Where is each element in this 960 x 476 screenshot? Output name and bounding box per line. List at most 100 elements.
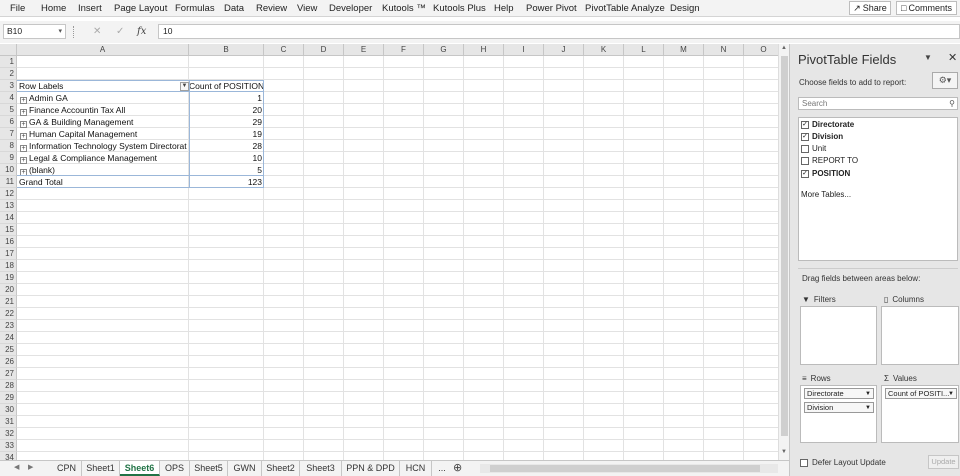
share-button[interactable]: ↗ Share bbox=[849, 1, 891, 15]
more-tables-link[interactable]: More Tables... bbox=[801, 190, 851, 199]
menu-insert[interactable]: Insert bbox=[78, 3, 102, 14]
menu-view[interactable]: View bbox=[297, 3, 317, 14]
expand-icon[interactable]: + bbox=[20, 121, 27, 128]
row-header-33[interactable]: 33 bbox=[0, 440, 17, 452]
gear-icon[interactable]: ⚙▾ bbox=[932, 72, 958, 89]
row-header-31[interactable]: 31 bbox=[0, 416, 17, 428]
pivot-row-label[interactable]: + Admin GA bbox=[17, 92, 189, 104]
pivot-row-label[interactable]: + Finance Accountin Tax All bbox=[17, 104, 189, 116]
menu-page-layout[interactable]: Page Layout bbox=[114, 3, 167, 14]
row-header-11[interactable]: 11 bbox=[0, 176, 17, 188]
row-header-27[interactable]: 27 bbox=[0, 368, 17, 380]
update-button[interactable]: Update bbox=[928, 455, 959, 469]
rows-item-directorate[interactable]: Directorate ▼ bbox=[804, 388, 874, 399]
formula-input[interactable]: 10 bbox=[158, 24, 960, 39]
column-header-b[interactable]: B bbox=[189, 44, 264, 56]
chevron-down-icon[interactable]: ▼ bbox=[865, 390, 871, 398]
menu-data[interactable]: Data bbox=[224, 3, 244, 14]
field-position[interactable]: ✓ POSITION bbox=[801, 168, 850, 180]
pivot-row-label[interactable]: + Legal & Compliance Management bbox=[17, 152, 189, 164]
menu-kutools[interactable]: Kutools ™ bbox=[382, 3, 426, 14]
values-item-count-position[interactable]: Count of POSITI... ▼ bbox=[885, 388, 957, 399]
close-icon[interactable]: ✕ bbox=[948, 51, 957, 64]
expand-icon[interactable]: + bbox=[20, 145, 27, 152]
row-header-22[interactable]: 22 bbox=[0, 308, 17, 320]
column-header-d[interactable]: D bbox=[304, 44, 344, 56]
menu-kutools-plus[interactable]: Kutools Plus bbox=[433, 3, 486, 14]
field-unit[interactable]: Unit bbox=[801, 143, 826, 155]
row-header-34[interactable]: 34 bbox=[0, 452, 17, 460]
name-box[interactable]: B10 ▾ bbox=[3, 24, 66, 39]
row-header-23[interactable]: 23 bbox=[0, 320, 17, 332]
row-header-32[interactable]: 32 bbox=[0, 428, 17, 440]
column-header-o[interactable]: O bbox=[744, 44, 778, 56]
expand-icon[interactable]: + bbox=[20, 157, 27, 164]
column-header-a[interactable]: A bbox=[17, 44, 189, 56]
row-header-4[interactable]: 4 bbox=[0, 92, 17, 104]
row-header-18[interactable]: 18 bbox=[0, 260, 17, 272]
field-directorate[interactable]: ✓ Directorate bbox=[801, 119, 854, 131]
row-header-9[interactable]: 9 bbox=[0, 152, 17, 164]
sheet-tab-gwn[interactable]: GWN bbox=[228, 461, 262, 476]
column-header-h[interactable]: H bbox=[464, 44, 504, 56]
tab-next-icon[interactable]: ▶ bbox=[28, 463, 33, 471]
row-header-8[interactable]: 8 bbox=[0, 140, 17, 152]
pivot-row-value[interactable]: 1 bbox=[189, 92, 264, 104]
menu-file[interactable]: File bbox=[10, 3, 25, 14]
pivot-row-value[interactable]: 19 bbox=[189, 128, 264, 140]
pivot-row-value[interactable]: 20 bbox=[189, 104, 264, 116]
checkbox-unchecked[interactable] bbox=[801, 145, 809, 153]
scroll-up-icon[interactable]: ▲ bbox=[781, 45, 787, 51]
select-all-corner[interactable] bbox=[0, 44, 17, 56]
tab-prev-icon[interactable]: ◀ bbox=[14, 463, 19, 471]
expand-icon[interactable]: + bbox=[20, 109, 27, 116]
add-sheet-icon[interactable]: ⊕ bbox=[453, 461, 462, 474]
expand-icon[interactable]: + bbox=[20, 133, 27, 140]
columns-drop-area[interactable] bbox=[881, 306, 959, 365]
filters-drop-area[interactable] bbox=[800, 306, 877, 365]
row-header-28[interactable]: 28 bbox=[0, 380, 17, 392]
row-header-25[interactable]: 25 bbox=[0, 344, 17, 356]
panel-divider[interactable] bbox=[798, 268, 958, 269]
field-division[interactable]: ✓ Division bbox=[801, 131, 843, 143]
menu-developer[interactable]: Developer bbox=[329, 3, 372, 14]
vertical-scrollbar[interactable]: ▲ ▼ bbox=[778, 44, 789, 460]
sheet-tab-sheet2[interactable]: Sheet2 bbox=[262, 461, 300, 476]
row-header-20[interactable]: 20 bbox=[0, 284, 17, 296]
row-header-21[interactable]: 21 bbox=[0, 296, 17, 308]
row-header-30[interactable]: 30 bbox=[0, 404, 17, 416]
sheet-tab-sheet5[interactable]: Sheet5 bbox=[190, 461, 228, 476]
vertical-scroll-thumb[interactable] bbox=[781, 56, 788, 436]
sheet-tab-sheet3[interactable]: Sheet3 bbox=[300, 461, 342, 476]
comments-button[interactable]: □ Comments bbox=[896, 1, 957, 15]
pivot-row-value[interactable]: 29 bbox=[189, 116, 264, 128]
checkbox-checked[interactable]: ✓ bbox=[801, 133, 809, 141]
checkbox-unchecked[interactable] bbox=[801, 157, 809, 165]
column-header-c[interactable]: C bbox=[264, 44, 304, 56]
expand-icon[interactable]: + bbox=[20, 97, 27, 104]
column-header-e[interactable]: E bbox=[344, 44, 384, 56]
checkbox-checked[interactable]: ✓ bbox=[801, 121, 809, 129]
row-header-5[interactable]: 5 bbox=[0, 104, 17, 116]
sheet-tab-ops[interactable]: OPS bbox=[160, 461, 190, 476]
checkbox-checked[interactable]: ✓ bbox=[801, 170, 809, 178]
rows-item-division[interactable]: Division ▼ bbox=[804, 402, 874, 413]
field-report-to[interactable]: REPORT TO bbox=[801, 155, 858, 167]
pivot-row-label[interactable]: + GA & Building Management bbox=[17, 116, 189, 128]
menu-power-pivot[interactable]: Power Pivot bbox=[526, 3, 577, 14]
row-header-10[interactable]: 10 bbox=[0, 164, 17, 176]
column-header-f[interactable]: F bbox=[384, 44, 424, 56]
column-header-n[interactable]: N bbox=[704, 44, 744, 56]
row-header-16[interactable]: 16 bbox=[0, 236, 17, 248]
sheet-tab-sheet6[interactable]: Sheet6 bbox=[120, 461, 160, 476]
row-header-29[interactable]: 29 bbox=[0, 392, 17, 404]
row-header-26[interactable]: 26 bbox=[0, 356, 17, 368]
row-header-13[interactable]: 13 bbox=[0, 200, 17, 212]
chevron-down-icon[interactable]: ▼ bbox=[865, 404, 871, 412]
values-drop-area[interactable]: Count of POSITI... ▼ bbox=[881, 385, 959, 443]
cancel-icon[interactable]: ✕ bbox=[93, 26, 101, 37]
column-header-m[interactable]: M bbox=[664, 44, 704, 56]
column-header-k[interactable]: K bbox=[584, 44, 624, 56]
row-header-14[interactable]: 14 bbox=[0, 212, 17, 224]
row-header-24[interactable]: 24 bbox=[0, 332, 17, 344]
